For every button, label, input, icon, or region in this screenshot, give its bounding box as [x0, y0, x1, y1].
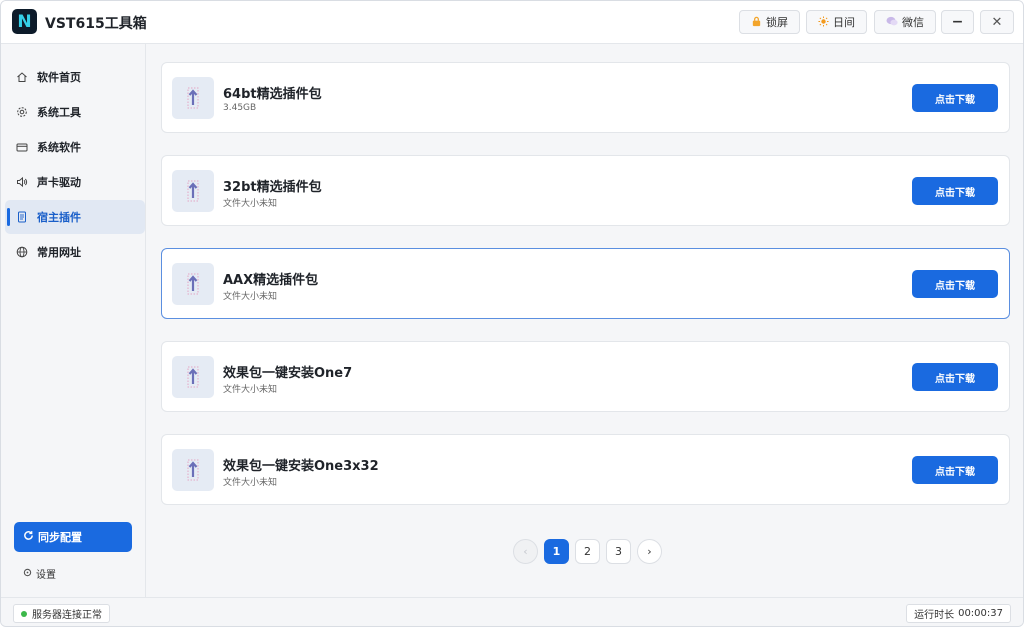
page-button-1[interactable]: 1	[544, 539, 569, 564]
plugin-card-size: 3.45GB	[223, 103, 257, 113]
home-icon	[15, 70, 29, 84]
globe-icon	[15, 245, 29, 259]
download-button[interactable]: 点击下载	[912, 456, 998, 484]
document-icon	[15, 210, 29, 224]
next-page-button[interactable]: ›	[637, 539, 662, 564]
page-button-3[interactable]: 3	[606, 539, 631, 564]
sidebar-item-label: 系统工具	[37, 106, 81, 119]
page-button-2[interactable]: 2	[575, 539, 600, 564]
gear-icon	[15, 105, 29, 119]
sidebar: 软件首页 系统工具 系统软件 声卡驱动 宿主插件 常用网址 同步配置 设置	[1, 44, 146, 597]
wechat-label: 微信	[902, 16, 924, 29]
runtime-value: 00:00:37	[958, 608, 1003, 619]
app-title: VST615工具箱	[45, 16, 147, 32]
sidebar-item-host-plugins[interactable]: 宿主插件	[5, 200, 145, 234]
app-window: N VST615工具箱 锁屏 日间 微信 − ✕ 软件首页 系统工具 系统软件 …	[0, 0, 1024, 627]
download-button[interactable]: 点击下载	[912, 177, 998, 205]
plugin-card-title: 64bt精选插件包	[223, 87, 322, 102]
chat-bubble-icon	[886, 16, 898, 29]
download-button[interactable]: 点击下载	[912, 270, 998, 298]
package-icon	[172, 449, 214, 491]
plugin-card: 效果包一键安装One3x32 文件大小未知 点击下载	[161, 434, 1010, 505]
plugin-card: 32bt精选插件包 文件大小未知 点击下载	[161, 155, 1010, 226]
main-content: 64bt精选插件包 3.45GB 点击下载 32bt精选插件包 文件大小未知 点…	[146, 44, 1023, 597]
plugin-card-title: 效果包一键安装One7	[223, 366, 353, 381]
sidebar-item-sound-driver[interactable]: 声卡驱动	[5, 165, 145, 199]
plugin-card: 效果包一键安装One7 文件大小未知 点击下载	[161, 341, 1010, 412]
package-icon	[172, 356, 214, 398]
sidebar-item-label: 系统软件	[37, 141, 81, 154]
lock-icon	[751, 16, 762, 29]
settings-label: 设置	[36, 570, 56, 581]
server-status-badge: 服务器连接正常	[13, 604, 110, 623]
sidebar-item-common-urls[interactable]: 常用网址	[5, 235, 145, 269]
speaker-icon	[15, 175, 29, 189]
pagination: ‹ 1 2 3 ›	[513, 539, 662, 564]
sidebar-item-label: 软件首页	[37, 71, 81, 84]
runtime-badge: 运行时长 00:00:37	[906, 604, 1011, 623]
sync-icon	[23, 530, 34, 544]
day-mode-button[interactable]: 日间	[806, 10, 867, 34]
plugin-card-title: 效果包一键安装One3x32	[223, 459, 379, 474]
package-icon	[172, 263, 214, 305]
lock-screen-button[interactable]: 锁屏	[739, 10, 800, 34]
sidebar-item-system-tools[interactable]: 系统工具	[5, 95, 145, 129]
plugin-card-size: 文件大小未知	[223, 478, 278, 488]
day-mode-label: 日间	[833, 16, 855, 29]
plugin-card-title: 32bt精选插件包	[223, 180, 322, 195]
prev-page-button[interactable]: ‹	[513, 539, 538, 564]
sync-config-label: 同步配置	[38, 531, 82, 544]
server-status-text: 服务器连接正常	[32, 610, 102, 621]
minimize-button[interactable]: −	[941, 10, 974, 34]
plugin-card: 64bt精选插件包 3.45GB 点击下载	[161, 62, 1010, 133]
plugin-card-size: 文件大小未知	[223, 385, 278, 395]
download-button[interactable]: 点击下载	[912, 84, 998, 112]
download-button[interactable]: 点击下载	[912, 363, 998, 391]
settings-link[interactable]: 设置	[23, 566, 56, 581]
status-bar: 服务器连接正常 运行时长 00:00:37	[1, 597, 1023, 626]
sidebar-item-label: 声卡驱动	[37, 176, 81, 189]
plugin-card-size: 文件大小未知	[223, 199, 278, 209]
minimize-icon: −	[951, 14, 964, 30]
status-dot-icon	[21, 610, 27, 617]
sync-config-button[interactable]: 同步配置	[14, 522, 132, 552]
sidebar-item-system-software[interactable]: 系统软件	[5, 130, 145, 164]
wallet-icon	[15, 140, 29, 154]
settings-gear-icon	[23, 568, 32, 580]
plugin-card: AAX精选插件包 文件大小未知 点击下载	[161, 248, 1010, 319]
sun-icon	[818, 15, 829, 29]
plugin-card-size: 文件大小未知	[223, 292, 278, 302]
lock-screen-label: 锁屏	[766, 16, 788, 29]
sidebar-item-label: 常用网址	[37, 246, 81, 259]
close-icon: ✕	[991, 14, 1003, 30]
app-logo-letter: N	[17, 11, 32, 32]
runtime-label: 运行时长	[914, 610, 955, 621]
wechat-button[interactable]: 微信	[874, 10, 936, 34]
sidebar-item-home[interactable]: 软件首页	[5, 60, 145, 94]
sidebar-item-label: 宿主插件	[37, 211, 81, 224]
package-icon	[172, 77, 214, 119]
app-logo-icon: N	[12, 9, 37, 34]
title-bar: N VST615工具箱 锁屏 日间 微信 − ✕	[1, 1, 1023, 44]
plugin-card-title: AAX精选插件包	[223, 273, 319, 288]
package-icon	[172, 170, 214, 212]
close-button[interactable]: ✕	[980, 10, 1014, 34]
